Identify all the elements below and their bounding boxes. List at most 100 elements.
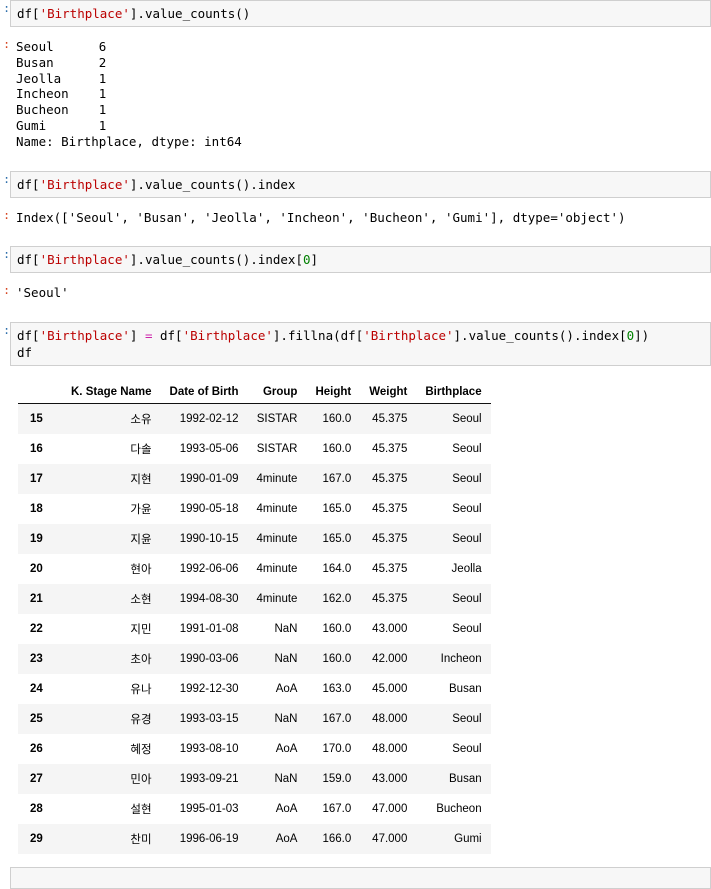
output-area-3: 'Seoul'	[10, 282, 711, 304]
output-prompt-1: :	[3, 37, 10, 51]
cell-date-of-birth: 1994-08-30	[179, 593, 239, 606]
code-editor-2[interactable]: df['Birthplace'].value_counts().index	[10, 170, 711, 198]
code-seg: df[	[17, 176, 40, 192]
cell-stage-name: 지윤	[130, 534, 152, 547]
code-number: 0	[302, 252, 311, 268]
cell-birthplace: Seoul	[452, 593, 482, 606]
cell-group: NaN	[274, 653, 298, 666]
output-cell-2: : Index(['Seoul', 'Busan', 'Jeolla', 'In…	[0, 207, 711, 229]
cell-height: 167.0	[322, 803, 352, 816]
column-header-date-of-birth: Date of Birth	[160, 383, 248, 405]
cell-stage-name: 지현	[130, 474, 152, 487]
cell-height: 165.0	[322, 503, 352, 516]
column-header-index	[18, 383, 62, 405]
output-area-1: Seoul 6 Busan 2 Jeolla 1 Incheon 1 Buche…	[10, 36, 711, 153]
code-string: 'Birthplace'	[39, 176, 130, 192]
input-prompt-3: :	[3, 247, 10, 262]
code-seg: df[	[17, 6, 40, 21]
code-editor-1[interactable]: df['Birthplace'].value_counts()	[10, 0, 711, 27]
table-row: 22 지민 1991-01-08 NaN 160.0 43.000 Seoul	[18, 614, 491, 645]
cell-date-of-birth: 1992-12-30	[179, 683, 239, 696]
cell-birthplace: Jeolla	[451, 563, 482, 576]
code-string: 'Birthplace'	[39, 6, 130, 21]
output-text-1: Seoul 6 Busan 2 Jeolla 1 Incheon 1 Buche…	[16, 39, 242, 149]
cell-birthplace: Incheon	[440, 653, 482, 666]
cell-stage-name: 지민	[130, 624, 152, 637]
row-index: 29	[30, 833, 43, 846]
table-row: 20 현아 1992-06-06 4minute 164.0 45.375 Jeolla	[18, 554, 491, 585]
cell-stage-name: 민아	[130, 774, 152, 787]
column-header-height: Height	[306, 383, 361, 405]
table-row: 19 지윤 1990-10-15 4minute 165.0 45.375 Seoul	[18, 524, 491, 555]
cell-birthplace: Bucheon	[436, 803, 482, 816]
code-seg: df[	[152, 328, 183, 344]
code-text-2: df['Birthplace'].value_counts().index	[17, 176, 710, 193]
code-string: 'Birthplace'	[39, 252, 130, 268]
cell-group: 4minute	[256, 533, 298, 546]
cell-stage-name: 찬미	[130, 834, 152, 847]
cell-stage-name: 다솔	[130, 444, 152, 457]
cell-group: NaN	[274, 623, 298, 636]
cell-group: 4minute	[256, 593, 298, 606]
table-row: 16 다솔 1993-05-06 SISTAR 160.0 45.375 Seoul	[18, 434, 491, 465]
cell-height: 164.0	[322, 563, 352, 576]
row-index: 23	[30, 653, 43, 666]
cell-group: NaN	[274, 773, 298, 786]
code-cell-3: : df['Birthplace'].value_counts().index[…	[0, 246, 711, 274]
row-index: 17	[30, 473, 43, 486]
code-seg: ]	[129, 328, 145, 344]
cell-group: AoA	[275, 683, 298, 696]
code-editor-4[interactable]: df['Birthplace'] = df['Birthplace'].fill…	[10, 322, 711, 367]
row-index: 18	[30, 503, 43, 516]
code-string: 'Birthplace'	[363, 328, 454, 344]
cell-group: SISTAR	[256, 443, 298, 456]
code-editor-3[interactable]: df['Birthplace'].value_counts().index[0]	[10, 246, 711, 274]
output-area-2: Index(['Seoul', 'Busan', 'Jeolla', 'Inch…	[10, 207, 711, 229]
code-seg: df[	[17, 328, 40, 344]
column-header-group: Group	[247, 383, 307, 405]
cell-weight: 43.000	[372, 773, 408, 786]
input-prompt-4: :	[3, 323, 10, 338]
code-editor-5[interactable]	[10, 867, 711, 889]
dataframe-head: K. Stage Name Date of Birth Group Height…	[18, 383, 491, 405]
cell-birthplace: Seoul	[452, 503, 482, 516]
output-cell-4: K. Stage Name Date of Birth Group Height…	[0, 379, 711, 855]
cell-date-of-birth: 1993-08-10	[179, 743, 239, 756]
cell-stage-name: 혜정	[130, 744, 152, 757]
code-text-1: df['Birthplace'].value_counts()	[17, 5, 710, 22]
cell-weight: 48.000	[372, 743, 408, 756]
cell-stage-name: 현아	[130, 564, 152, 577]
row-index: 25	[30, 713, 43, 726]
cell-date-of-birth: 1990-10-15	[179, 533, 239, 546]
code-seg: df[	[17, 252, 40, 268]
input-prompt-1: :	[3, 1, 10, 15]
cell-weight: 43.000	[372, 623, 408, 636]
code-seg: ].value_counts().index[	[129, 252, 303, 268]
cell-height: 160.0	[322, 623, 352, 636]
code-seg: ].value_counts().index	[129, 176, 296, 192]
cell-stage-name: 유나	[130, 684, 152, 697]
cell-birthplace: Seoul	[452, 413, 482, 426]
table-row: 29 찬미 1996-06-19 AoA 166.0 47.000 Gumi	[18, 824, 491, 855]
cell-group: SISTAR	[256, 413, 298, 426]
code-seg: ].value_counts()	[129, 6, 251, 21]
cell-weight: 45.375	[372, 473, 408, 486]
cell-weight: 47.000	[372, 803, 408, 816]
output-cell-1: : Seoul 6 Busan 2 Jeolla 1 Incheon 1 Buc…	[0, 36, 711, 153]
cell-date-of-birth: 1990-03-06	[179, 653, 239, 666]
cell-height: 167.0	[322, 473, 352, 486]
dataframe-table: K. Stage Name Date of Birth Group Height…	[18, 383, 491, 855]
code-seg: ].fillna(df[	[272, 328, 364, 344]
row-index: 22	[30, 623, 43, 636]
dataframe-body: 15 소유 1992-02-12 SISTAR 160.0 45.375 Seoul 16 다…	[18, 403, 491, 855]
code-string: 'Birthplace'	[39, 328, 130, 344]
cell-weight: 47.000	[372, 833, 408, 846]
cell-height: 167.0	[322, 713, 352, 726]
table-row: 25 유경 1993-03-15 NaN 167.0 48.000 Seoul	[18, 704, 491, 735]
cell-birthplace: Seoul	[452, 623, 482, 636]
cell-birthplace: Seoul	[452, 713, 482, 726]
